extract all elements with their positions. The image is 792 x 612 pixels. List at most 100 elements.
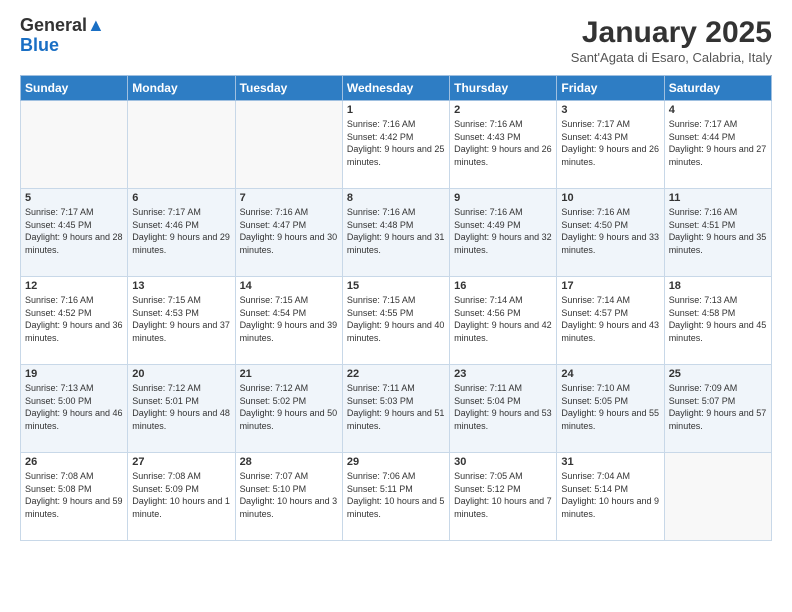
day-number: 8 (347, 192, 445, 204)
calendar-cell-w1-d5: 10 Sunrise: 7:16 AMSunset: 4:50 PMDayligh… (557, 189, 664, 277)
day-info: Sunrise: 7:07 AMSunset: 5:10 PMDaylight:… (240, 470, 338, 520)
day-info: Sunrise: 7:13 AMSunset: 5:00 PMDaylight:… (25, 382, 123, 432)
day-info: Sunrise: 7:13 AMSunset: 4:58 PMDaylight:… (669, 294, 767, 344)
day-number: 22 (347, 368, 445, 380)
day-number: 9 (454, 192, 552, 204)
day-number: 2 (454, 104, 552, 116)
day-info: Sunrise: 7:15 AMSunset: 4:55 PMDaylight:… (347, 294, 445, 344)
day-info: Sunrise: 7:17 AMSunset: 4:44 PMDaylight:… (669, 118, 767, 168)
day-number: 26 (25, 456, 123, 468)
calendar-cell-w1-d3: 8 Sunrise: 7:16 AMSunset: 4:48 PMDaylight… (342, 189, 449, 277)
calendar-cell-w2-d6: 18 Sunrise: 7:13 AMSunset: 4:58 PMDayligh… (664, 277, 771, 365)
day-number: 4 (669, 104, 767, 116)
logo-blue-word: Blue (20, 36, 59, 56)
calendar-cell-w2-d4: 16Sunrise: 7:14 AMSunset: 4:56 PMDayligh… (450, 277, 557, 365)
calendar-cell-w4-d3: 29 Sunrise: 7:06 AMSunset: 5:11 PMDayligh… (342, 453, 449, 541)
calendar-cell-w0-d3: 1Sunrise: 7:16 AMSunset: 4:42 PMDaylight… (342, 101, 449, 189)
day-number: 29 (347, 456, 445, 468)
calendar-week-1: 5 Sunrise: 7:17 AMSunset: 4:45 PMDaylight… (21, 189, 772, 277)
day-number: 12 (25, 280, 123, 292)
day-info: Sunrise: 7:17 AMSunset: 4:45 PMDaylight:… (25, 206, 123, 256)
calendar-cell-w2-d2: 14 Sunrise: 7:15 AMSunset: 4:54 PMDayligh… (235, 277, 342, 365)
calendar-cell-w0-d5: 3Sunrise: 7:17 AMSunset: 4:43 PMDaylight… (557, 101, 664, 189)
day-info: Sunrise: 7:17 AMSunset: 4:46 PMDaylight:… (132, 206, 230, 256)
day-number: 16 (454, 280, 552, 292)
day-info: Sunrise: 7:15 AMSunset: 4:54 PMDaylight:… (240, 294, 338, 344)
calendar-cell-w4-d1: 27Sunrise: 7:08 AMSunset: 5:09 PMDayligh… (128, 453, 235, 541)
day-number: 6 (132, 192, 230, 204)
calendar-week-0: 1Sunrise: 7:16 AMSunset: 4:42 PMDaylight… (21, 101, 772, 189)
calendar-cell-w1-d0: 5 Sunrise: 7:17 AMSunset: 4:45 PMDaylight… (21, 189, 128, 277)
calendar-cell-w0-d0 (21, 101, 128, 189)
day-number: 15 (347, 280, 445, 292)
day-info: Sunrise: 7:16 AMSunset: 4:49 PMDaylight:… (454, 206, 552, 256)
calendar-cell-w2-d1: 13 Sunrise: 7:15 AMSunset: 4:53 PMDayligh… (128, 277, 235, 365)
day-number: 19 (25, 368, 123, 380)
col-monday: Monday (128, 76, 235, 101)
logo-general-text: General (20, 15, 87, 35)
calendar-cell-w3-d6: 25Sunrise: 7:09 AMSunset: 5:07 PMDayligh… (664, 365, 771, 453)
day-info: Sunrise: 7:08 AMSunset: 5:08 PMDaylight:… (25, 470, 123, 520)
day-number: 18 (669, 280, 767, 292)
calendar-cell-w4-d2: 28 Sunrise: 7:07 AMSunset: 5:10 PMDayligh… (235, 453, 342, 541)
calendar-table: Sunday Monday Tuesday Wednesday Thursday… (20, 75, 772, 541)
day-number: 31 (561, 456, 659, 468)
day-number: 24 (561, 368, 659, 380)
calendar-cell-w4-d4: 30 Sunrise: 7:05 AMSunset: 5:12 PMDayligh… (450, 453, 557, 541)
calendar-cell-w3-d5: 24 Sunrise: 7:10 AMSunset: 5:05 PMDayligh… (557, 365, 664, 453)
header-row: Sunday Monday Tuesday Wednesday Thursday… (21, 76, 772, 101)
day-info: Sunrise: 7:16 AMSunset: 4:43 PMDaylight:… (454, 118, 552, 168)
day-number: 27 (132, 456, 230, 468)
day-number: 7 (240, 192, 338, 204)
calendar-week-2: 12Sunrise: 7:16 AMSunset: 4:52 PMDayligh… (21, 277, 772, 365)
month-title: January 2025 (571, 16, 772, 50)
calendar-cell-w1-d2: 7 Sunrise: 7:16 AMSunset: 4:47 PMDaylight… (235, 189, 342, 277)
day-number: 10 (561, 192, 659, 204)
day-info: Sunrise: 7:16 AMSunset: 4:51 PMDaylight:… (669, 206, 767, 256)
day-number: 5 (25, 192, 123, 204)
day-number: 14 (240, 280, 338, 292)
day-number: 20 (132, 368, 230, 380)
col-sunday: Sunday (21, 76, 128, 101)
day-info: Sunrise: 7:15 AMSunset: 4:53 PMDaylight:… (132, 294, 230, 344)
calendar-cell-w1-d4: 9 Sunrise: 7:16 AMSunset: 4:49 PMDaylight… (450, 189, 557, 277)
calendar-cell-w1-d6: 11 Sunrise: 7:16 AMSunset: 4:51 PMDayligh… (664, 189, 771, 277)
day-info: Sunrise: 7:14 AMSunset: 4:57 PMDaylight:… (561, 294, 659, 344)
day-number: 23 (454, 368, 552, 380)
day-info: Sunrise: 7:05 AMSunset: 5:12 PMDaylight:… (454, 470, 552, 520)
calendar-cell-w4-d0: 26 Sunrise: 7:08 AMSunset: 5:08 PMDayligh… (21, 453, 128, 541)
calendar-cell-w3-d2: 21 Sunrise: 7:12 AMSunset: 5:02 PMDayligh… (235, 365, 342, 453)
header: General▲ Blue January 2025 Sant'Agata di… (20, 16, 772, 65)
day-number: 21 (240, 368, 338, 380)
calendar-cell-w4-d6 (664, 453, 771, 541)
day-info: Sunrise: 7:16 AMSunset: 4:50 PMDaylight:… (561, 206, 659, 256)
day-info: Sunrise: 7:11 AMSunset: 5:03 PMDaylight:… (347, 382, 445, 432)
day-number: 1 (347, 104, 445, 116)
calendar-cell-w1-d1: 6 Sunrise: 7:17 AMSunset: 4:46 PMDaylight… (128, 189, 235, 277)
day-number: 11 (669, 192, 767, 204)
day-info: Sunrise: 7:11 AMSunset: 5:04 PMDaylight:… (454, 382, 552, 432)
calendar-cell-w0-d4: 2 Sunrise: 7:16 AMSunset: 4:43 PMDaylight… (450, 101, 557, 189)
col-saturday: Saturday (664, 76, 771, 101)
day-info: Sunrise: 7:17 AMSunset: 4:43 PMDaylight:… (561, 118, 659, 168)
calendar-week-4: 26 Sunrise: 7:08 AMSunset: 5:08 PMDayligh… (21, 453, 772, 541)
calendar-cell-w3-d1: 20Sunrise: 7:12 AMSunset: 5:01 PMDayligh… (128, 365, 235, 453)
day-info: Sunrise: 7:16 AMSunset: 4:47 PMDaylight:… (240, 206, 338, 256)
day-info: Sunrise: 7:04 AMSunset: 5:14 PMDaylight:… (561, 470, 659, 520)
subtitle: Sant'Agata di Esaro, Calabria, Italy (571, 50, 772, 65)
day-info: Sunrise: 7:16 AMSunset: 4:48 PMDaylight:… (347, 206, 445, 256)
day-number: 28 (240, 456, 338, 468)
page: General▲ Blue January 2025 Sant'Agata di… (0, 0, 792, 557)
day-info: Sunrise: 7:10 AMSunset: 5:05 PMDaylight:… (561, 382, 659, 432)
col-thursday: Thursday (450, 76, 557, 101)
day-info: Sunrise: 7:06 AMSunset: 5:11 PMDaylight:… (347, 470, 445, 520)
day-info: Sunrise: 7:12 AMSunset: 5:02 PMDaylight:… (240, 382, 338, 432)
calendar-cell-w2-d3: 15 Sunrise: 7:15 AMSunset: 4:55 PMDayligh… (342, 277, 449, 365)
calendar-cell-w2-d0: 12Sunrise: 7:16 AMSunset: 4:52 PMDayligh… (21, 277, 128, 365)
col-wednesday: Wednesday (342, 76, 449, 101)
calendar-cell-w0-d1 (128, 101, 235, 189)
calendar-cell-w3-d4: 23 Sunrise: 7:11 AMSunset: 5:04 PMDayligh… (450, 365, 557, 453)
day-number: 30 (454, 456, 552, 468)
logo-blue-text: ▲ (87, 15, 105, 35)
day-number: 13 (132, 280, 230, 292)
